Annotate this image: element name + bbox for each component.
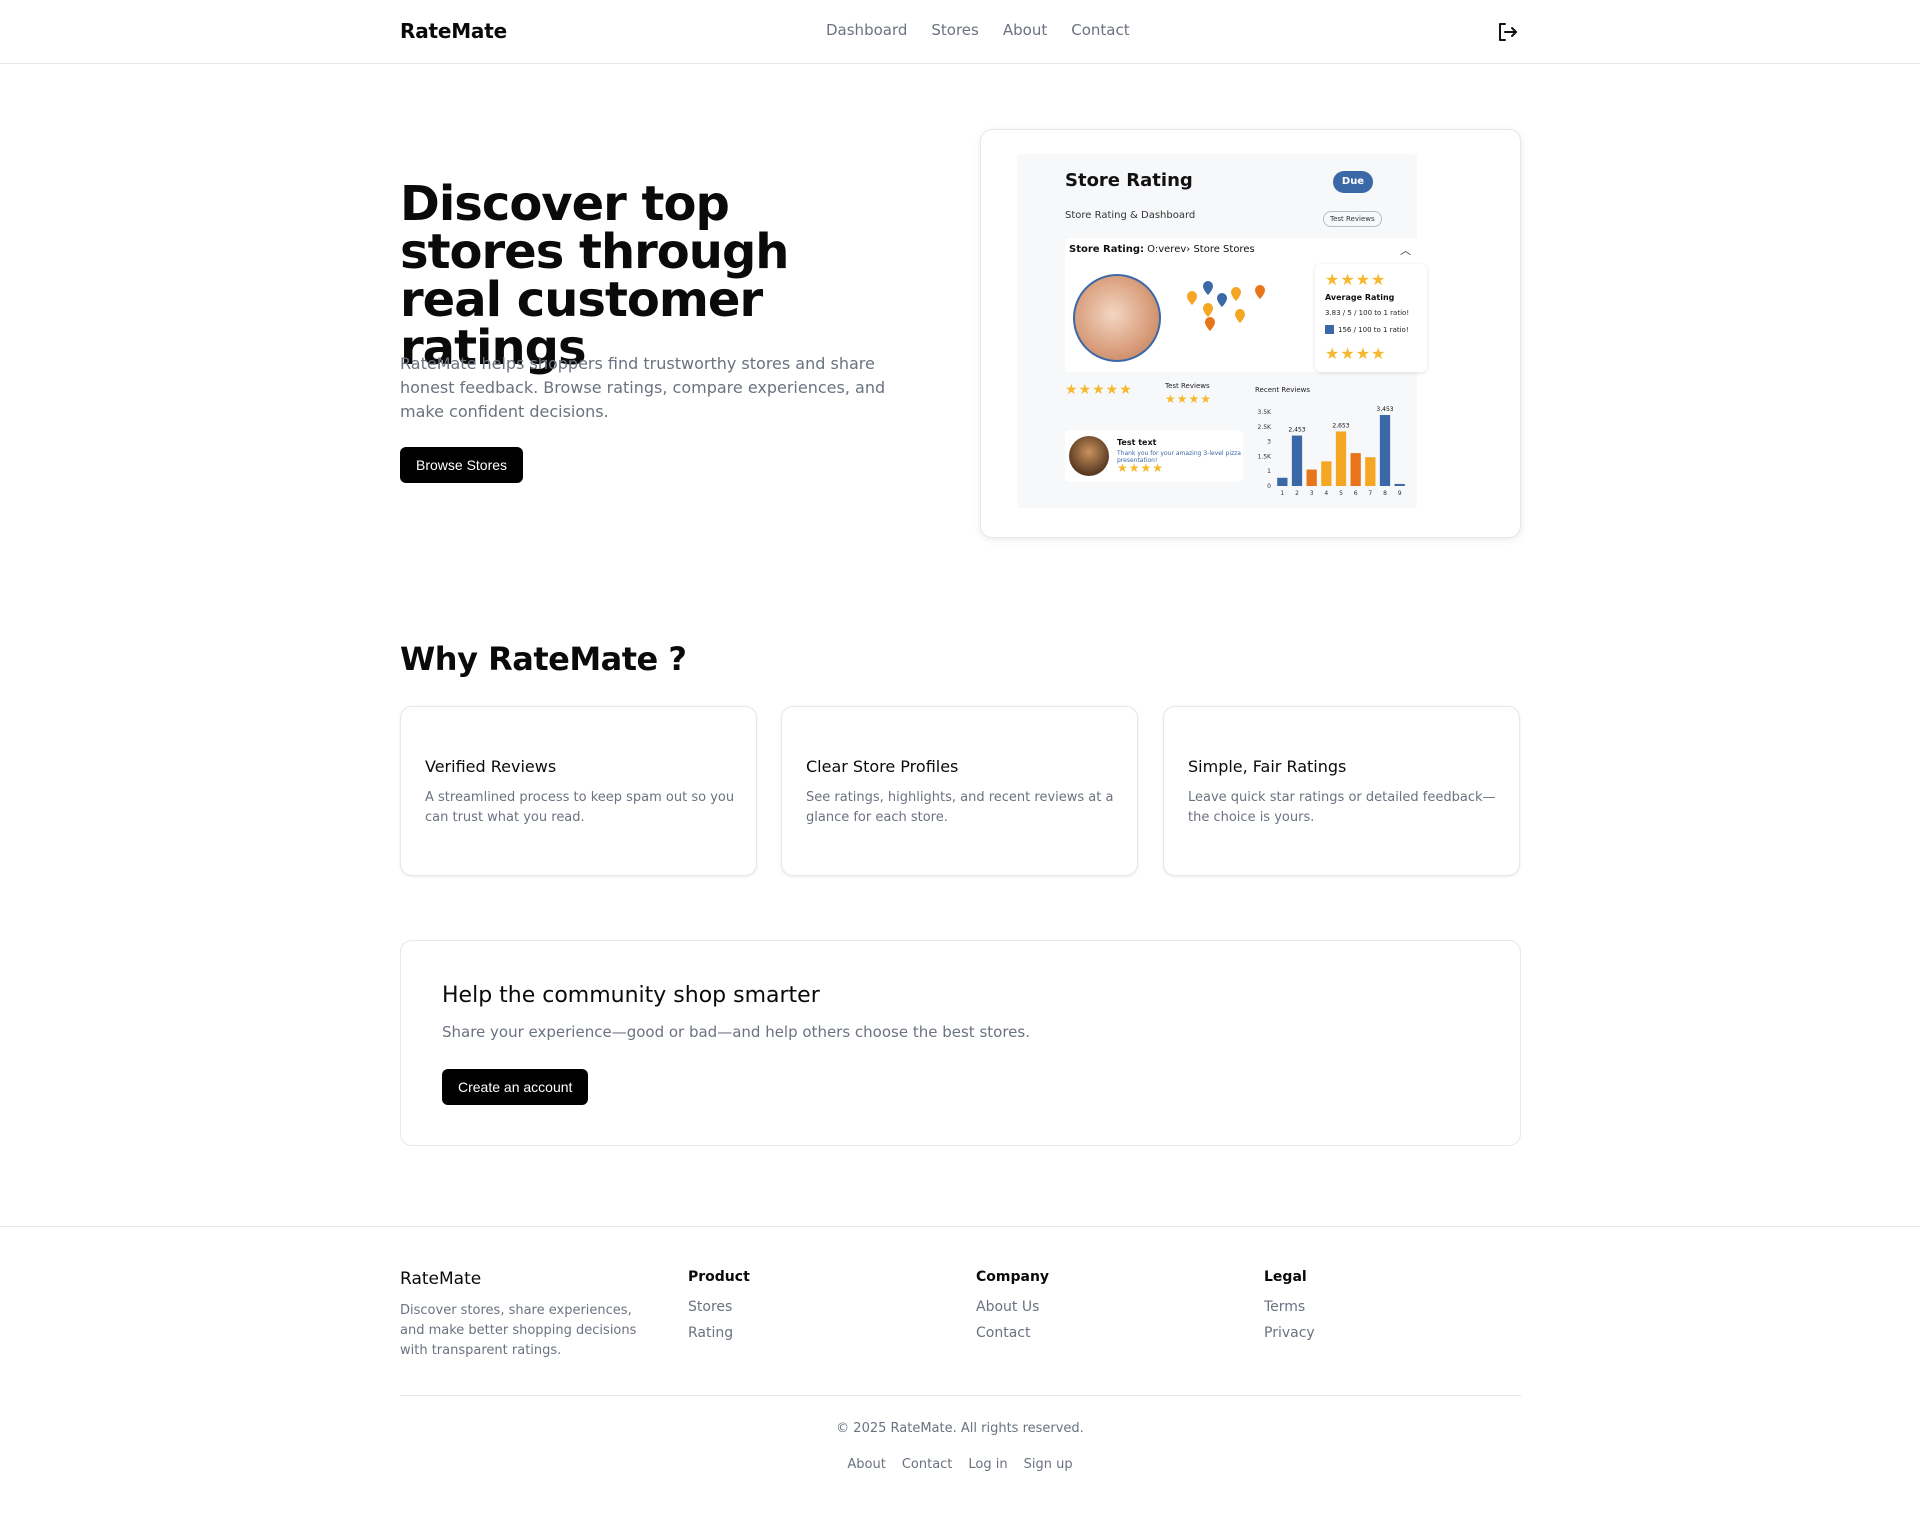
hero-title: Discover top stores through real custome… — [400, 176, 789, 376]
footer-bottom-links: About Contact Log in Sign up — [0, 1457, 1920, 1472]
y-tick-label: 3.5K — [1258, 409, 1273, 416]
feature-desc: A streamlined process to keep spam out s… — [425, 790, 735, 825]
x-tick-label: 8 — [1383, 490, 1387, 497]
footer-link-rating[interactable]: Rating — [688, 1325, 750, 1341]
chart-bar — [1335, 431, 1347, 486]
feature-desc: See ratings, highlights, and recent revi… — [806, 790, 1114, 825]
recent-reviews-bar-chart: 0 1 1.5K 3 2.5K 3.5K 1 2 2,453 3 4 5 2,653 6 7 8 3,453 9 — [1258, 406, 1405, 497]
chart-bar — [1291, 435, 1303, 486]
footer-link-privacy[interactable]: Privacy — [1264, 1325, 1315, 1341]
preview-due-badge: Due — [1333, 171, 1373, 193]
nav-stores[interactable]: Stores — [931, 21, 978, 39]
chart-bar — [1321, 461, 1332, 486]
rating-stars: ★★★★ — [1325, 270, 1387, 289]
footer-column-product: Product Stores Rating — [688, 1269, 750, 1351]
browse-stores-button[interactable]: Browse Stores — [400, 447, 524, 483]
nav-about[interactable]: About — [1003, 21, 1047, 39]
y-tick-label: 1 — [1267, 468, 1271, 475]
y-tick-label: 3 — [1267, 439, 1271, 446]
chart-bar — [1277, 477, 1288, 486]
footer-column-title: Company — [976, 1269, 1050, 1285]
chart-bar — [1394, 483, 1405, 486]
feature-title: Clear Store Profiles — [806, 757, 959, 776]
feature-title: Simple, Fair Ratings — [1188, 757, 1347, 776]
x-tick-label: 6 — [1354, 490, 1358, 497]
preview-rating-panel: Store Rating: O:verev› Store Stores ︿ ★★… — [1065, 238, 1427, 372]
footer-column-company: Company About Us Contact — [976, 1269, 1049, 1351]
preview-test-reviews-pill: Test Reviews — [1323, 211, 1382, 227]
cta-title: Help the community shop smarter — [442, 983, 820, 1008]
footer-column-legal: Legal Terms Privacy — [1264, 1269, 1315, 1351]
average-rating-card: ★★★★ Average Rating 3.83 / 5 / 100 to 1 … — [1315, 264, 1427, 372]
community-cta-card: Help the community shop smarter Share yo… — [400, 940, 1521, 1146]
site-header: RateMate Dashboard Stores About Contact — [0, 0, 1920, 64]
x-tick-label: 5 — [1339, 490, 1343, 497]
footer-description: Discover stores, share experiences, and … — [400, 1303, 637, 1358]
five-star-rating: ★★★★★ — [1065, 382, 1133, 398]
preview-subtitle: Store Rating & Dashboard — [1065, 210, 1196, 221]
feature-title: Verified Reviews — [425, 757, 557, 776]
bar-data-label: 2,453 — [1288, 427, 1305, 434]
x-tick-label: 2 — [1295, 490, 1299, 497]
test-reviews-block: Test Reviews ★★★★ — [1165, 382, 1213, 406]
feature-card-ratings: Simple, Fair Ratings Leave quick star ra… — [1163, 706, 1520, 876]
create-account-button[interactable]: Create an account — [442, 1069, 589, 1105]
x-tick-label: 3 — [1310, 490, 1314, 497]
x-tick-label: 1 — [1280, 490, 1284, 497]
site-footer: RateMate Discover stores, share experien… — [0, 1226, 1920, 1516]
feature-desc: Leave quick star ratings or detailed fee… — [1188, 790, 1496, 825]
copyright: © 2025 RateMate. All rights reserved. — [836, 1421, 1084, 1436]
bottom-link-about[interactable]: About — [847, 1457, 885, 1472]
feature-card-profiles: Clear Store Profiles See ratings, highli… — [781, 706, 1138, 876]
footer-column-title: Product — [688, 1269, 750, 1285]
average-rating-title: Average Rating — [1325, 293, 1395, 302]
map-pins-graphic — [1187, 281, 1265, 331]
main-nav: Dashboard Stores About Contact — [826, 21, 1130, 39]
preview-panel-label: Store Rating: O:verev› Store Stores — [1069, 244, 1255, 255]
y-tick-label: 2.5K — [1258, 424, 1273, 431]
bar-data-label: 3,453 — [1376, 406, 1393, 413]
nav-dashboard[interactable]: Dashboard — [826, 21, 907, 39]
footer-link-contact[interactable]: Contact — [976, 1325, 1049, 1341]
brand-logo[interactable]: RateMate — [400, 19, 507, 43]
review-thumbnail — [1069, 436, 1109, 476]
store-photo-circle — [1073, 274, 1161, 362]
bottom-link-contact[interactable]: Contact — [902, 1457, 953, 1472]
y-tick-label: 0 — [1267, 483, 1271, 490]
chart-bar — [1306, 469, 1317, 486]
logout-icon[interactable] — [1495, 20, 1519, 44]
rating-stars: ★★★★ — [1325, 344, 1387, 363]
footer-link-stores[interactable]: Stores — [688, 1299, 750, 1315]
y-tick-label: 1.5K — [1258, 453, 1273, 460]
x-tick-label: 9 — [1398, 490, 1402, 497]
test-text-stars: ★★★★ — [1117, 461, 1165, 475]
footer-brand: RateMate — [400, 1269, 482, 1289]
why-section-title: Why RateMate ? — [400, 640, 687, 678]
bottom-link-signup[interactable]: Sign up — [1024, 1457, 1073, 1472]
chart-bar — [1379, 415, 1391, 486]
test-text-title: Test text — [1117, 438, 1157, 447]
preview-title: Store Rating — [1065, 170, 1193, 191]
cta-subtitle: Share your experience—good or bad—and he… — [442, 1023, 1030, 1041]
hero-subtitle: RateMate helps shoppers find trustworthy… — [400, 354, 886, 421]
test-text-card: Test text Thank you for your amazing 3-l… — [1065, 430, 1243, 482]
bar-data-label: 2,653 — [1332, 422, 1349, 429]
chart-bar — [1350, 453, 1361, 486]
preview-canvas: Store Rating Due Store Rating & Dashboar… — [1017, 154, 1427, 508]
average-rating-line1: 3.83 / 5 / 100 to 1 ratio! — [1325, 309, 1410, 317]
footer-link-terms[interactable]: Terms — [1264, 1299, 1315, 1315]
dashboard-preview-image: Store Rating Due Store Rating & Dashboar… — [980, 129, 1521, 538]
footer-column-title: Legal — [1264, 1269, 1307, 1285]
x-tick-label: 7 — [1368, 490, 1372, 497]
chart-bar — [1365, 457, 1376, 486]
bottom-link-login[interactable]: Log in — [968, 1457, 1007, 1472]
nav-contact[interactable]: Contact — [1071, 21, 1129, 39]
average-rating-line2: 156 / 100 to 1 ratio! — [1325, 325, 1409, 334]
chevron-up-icon: ︿ — [1400, 244, 1411, 257]
recent-reviews-label: Recent Reviews — [1255, 386, 1311, 394]
footer-link-about-us[interactable]: About Us — [976, 1299, 1049, 1315]
x-tick-label: 4 — [1324, 490, 1328, 497]
feature-card-verified: Verified Reviews A streamlined process t… — [400, 706, 757, 876]
footer-divider — [400, 1395, 1521, 1396]
